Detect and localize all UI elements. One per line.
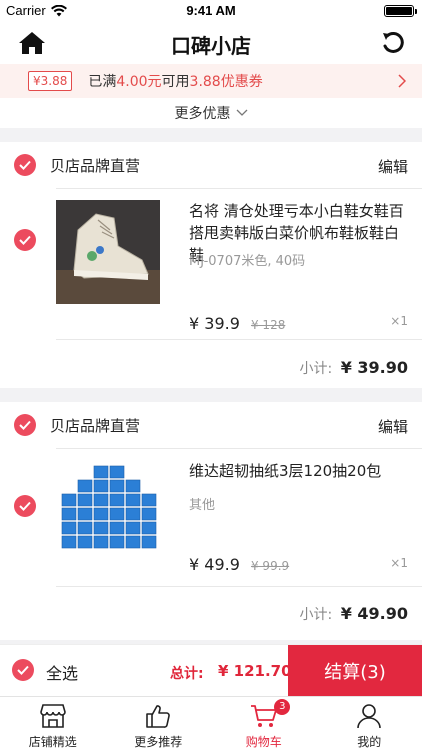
quantity: ×1 — [390, 556, 408, 570]
tab-label: 我的 — [357, 735, 382, 749]
subtotal-label: 小计: — [299, 361, 333, 377]
quantity: ×1 — [390, 314, 408, 328]
divider — [56, 586, 422, 587]
tab-cart[interactable]: 3 购物车 — [211, 697, 317, 750]
page-title: 口碑小店 — [171, 34, 251, 58]
more-promo-label: 更多优惠 — [174, 106, 231, 122]
status-bar: Carrier 9:41 AM — [0, 0, 422, 22]
tab-label: 更多推荐 — [134, 735, 183, 749]
tab-shop[interactable]: 店铺精选 — [0, 697, 106, 750]
check-icon — [19, 235, 31, 245]
check-icon — [19, 420, 31, 430]
coupon-banner[interactable]: ¥3.88 已满 4.00元 可用 3.88优惠券 — [0, 64, 422, 98]
coupon-text-1: 已满 — [88, 74, 117, 90]
shop-section: 贝店品牌直营 编辑 名将 清仓处理亏本小白鞋女鞋百搭甩卖韩版白菜价帆布鞋板鞋白鞋… — [0, 142, 422, 388]
coupon-text-2: 可用 — [161, 74, 190, 90]
product-image[interactable] — [56, 458, 160, 562]
tab-mine[interactable]: 我的 — [317, 697, 422, 750]
product-title[interactable]: 维达超韧抽纸3层120抽20包 — [189, 460, 413, 482]
more-promo-toggle[interactable]: 更多优惠 — [0, 98, 422, 128]
product-spec: MJ-0707米色, 40码 — [189, 254, 306, 269]
checkout-button[interactable]: 结算(3) — [288, 645, 422, 697]
subtotal-amount: ¥ 39.90 — [340, 358, 408, 377]
thumbs-up-icon — [146, 705, 171, 728]
product-price: ¥ 49.9 ¥ 99.9 — [189, 555, 289, 574]
divider — [56, 339, 422, 340]
shop-name[interactable]: 贝店品牌直营 — [50, 155, 140, 176]
subtotal-amount: ¥ 49.90 — [340, 604, 408, 623]
cart-item: 维达超韧抽纸3层120抽20包 其他 ¥ 49.9 ¥ 99.9 ×1 — [0, 448, 422, 596]
shop-checkbox[interactable] — [14, 154, 36, 176]
select-all-checkbox[interactable] — [12, 659, 34, 681]
subtotal: 小计: ¥ 39.90 — [300, 358, 408, 378]
price-original: ¥ 128 — [250, 318, 286, 332]
shop-icon — [39, 704, 66, 728]
select-all-label[interactable]: 全选 — [46, 660, 78, 684]
product-spec: 其他 — [189, 498, 216, 513]
item-checkbox[interactable] — [14, 229, 36, 251]
check-icon — [19, 160, 31, 170]
coupon-tag: ¥3.88 — [28, 71, 73, 91]
cart-badge: 3 — [274, 699, 291, 715]
price-current: ¥ 39.9 — [189, 314, 240, 333]
tab-bar: 店铺精选 更多推荐 3 购物车 我的 — [0, 696, 422, 750]
status-time: 9:41 AM — [186, 3, 236, 18]
subtotal-label: 小计: — [299, 607, 333, 623]
item-checkbox[interactable] — [14, 495, 36, 517]
total-amount: ¥ 121.70 — [218, 662, 292, 680]
edit-button[interactable]: 编辑 — [378, 416, 408, 437]
product-price: ¥ 39.9 ¥ 128 — [189, 314, 285, 333]
tab-recommend[interactable]: 更多推荐 — [106, 697, 212, 750]
shop-header: 贝店品牌直营 编辑 — [0, 142, 422, 188]
product-image[interactable] — [56, 200, 160, 304]
checkout-bar: 全选 总计: ¥ 121.70 结算(3) — [0, 644, 422, 697]
battery-icon — [384, 5, 417, 17]
chevron-right-icon — [398, 74, 406, 88]
coupon-threshold: 4.00元 — [116, 74, 162, 90]
chevron-down-icon — [236, 109, 247, 116]
shop-checkbox[interactable] — [14, 414, 36, 436]
user-icon — [357, 704, 382, 729]
nav-bar: 口碑小店 — [0, 22, 422, 64]
tab-label: 购物车 — [245, 735, 282, 749]
subtotal: 小计: ¥ 49.90 — [300, 604, 408, 624]
shop-section: 贝店品牌直营 编辑 维达超韧抽纸3层120抽20包 其他 ¥ 49.9 ¥ 99… — [0, 402, 422, 640]
tab-label: 店铺精选 — [28, 735, 77, 749]
check-icon — [19, 501, 31, 511]
shop-header: 贝店品牌直营 编辑 — [0, 402, 422, 448]
shop-name[interactable]: 贝店品牌直营 — [50, 415, 140, 436]
cart-item: 名将 清仓处理亏本小白鞋女鞋百搭甩卖韩版白菜价帆布鞋板鞋白鞋 MJ-0707米色… — [0, 188, 422, 340]
refresh-icon[interactable] — [380, 30, 406, 56]
edit-button[interactable]: 编辑 — [378, 156, 408, 177]
price-current: ¥ 49.9 — [189, 555, 240, 574]
total-label: 总计: — [170, 666, 204, 682]
check-icon — [17, 665, 29, 675]
coupon-value: 3.88优惠券 — [189, 74, 263, 90]
price-original: ¥ 99.9 — [250, 559, 290, 573]
